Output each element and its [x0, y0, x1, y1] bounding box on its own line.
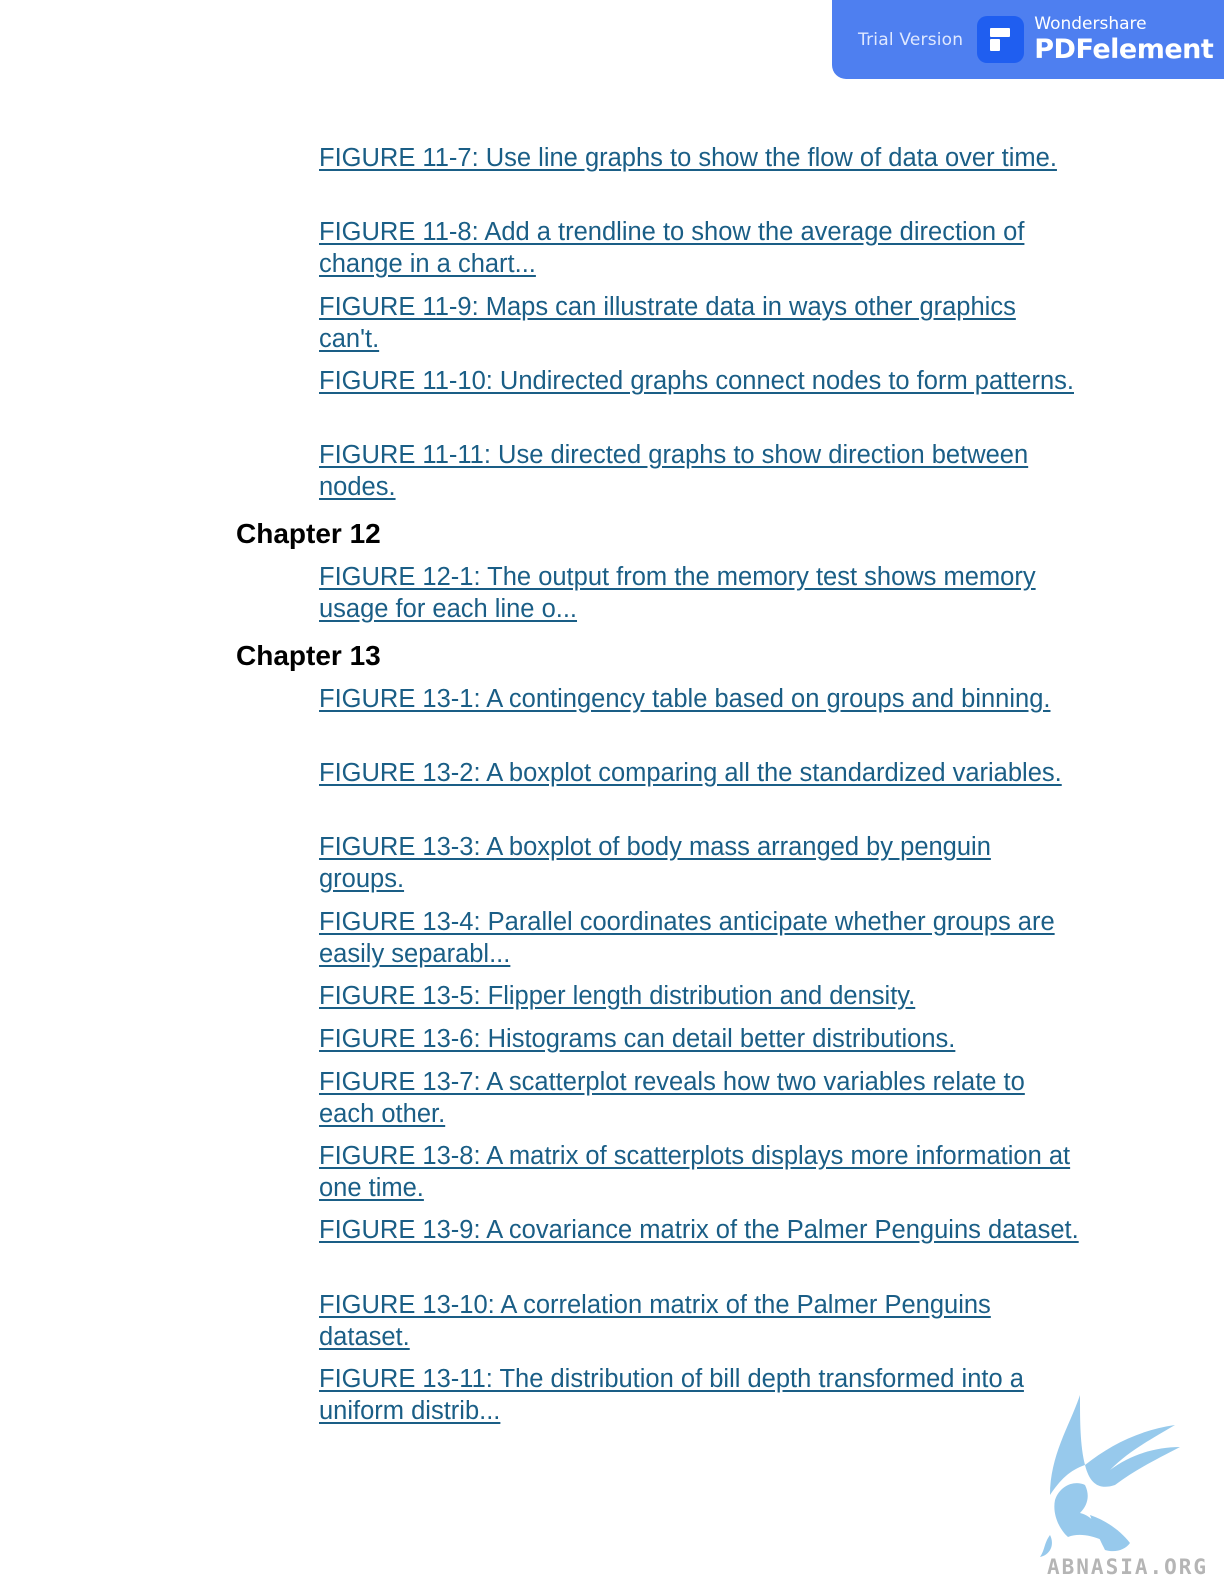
figure-link-13-6[interactable]: FIGURE 13-6: Histograms can detail bette…: [319, 1023, 1079, 1055]
figure-link-13-7[interactable]: FIGURE 13-7: A scatterplot reveals how t…: [319, 1066, 1079, 1130]
chapter-13-heading: Chapter 13: [236, 640, 381, 671]
figure-link-13-4[interactable]: FIGURE 13-4: Parallel coordinates antici…: [319, 906, 1079, 970]
figure-link-11-9[interactable]: FIGURE 11-9: Maps can illustrate data in…: [319, 291, 1079, 355]
watermark-text: ABNASIA.ORG: [1047, 1555, 1209, 1579]
brand-product-label: PDFelement: [1034, 34, 1214, 65]
griffin-logo-icon: [1040, 1395, 1180, 1557]
trial-version-label: Trial Version: [858, 29, 964, 50]
figure-link-13-10[interactable]: FIGURE 13-10: A correlation matrix of th…: [319, 1289, 1079, 1353]
chapter-12-heading: Chapter 12: [236, 518, 381, 549]
brand-top-label: Wondershare: [1034, 14, 1147, 34]
figure-link-11-10[interactable]: FIGURE 11-10: Undirected graphs connect …: [319, 365, 1079, 397]
pdfelement-logo-icon: [977, 16, 1025, 63]
figure-link-12-1[interactable]: FIGURE 12-1: The output from the memory …: [319, 561, 1079, 625]
figure-link-13-11[interactable]: FIGURE 13-11: The distribution of bill d…: [319, 1363, 1079, 1427]
figure-link-13-3[interactable]: FIGURE 13-3: A boxplot of body mass arra…: [319, 831, 1079, 895]
pdfelement-trial-banner[interactable]: Trial Version Wondershare PDFelement: [832, 0, 1224, 79]
figure-link-11-8[interactable]: FIGURE 11-8: Add a trendline to show the…: [319, 216, 1079, 280]
figure-link-13-5[interactable]: FIGURE 13-5: Flipper length distribution…: [319, 980, 1079, 1012]
figure-link-11-7[interactable]: FIGURE 11-7: Use line graphs to show the…: [319, 142, 1079, 174]
figure-link-13-2[interactable]: FIGURE 13-2: A boxplot comparing all the…: [319, 757, 1079, 789]
figure-link-13-8[interactable]: FIGURE 13-8: A matrix of scatterplots di…: [319, 1140, 1079, 1204]
figure-link-11-11[interactable]: FIGURE 11-11: Use directed graphs to sho…: [319, 439, 1079, 503]
brand-name: Wondershare PDFelement: [1034, 14, 1214, 65]
figure-link-13-9[interactable]: FIGURE 13-9: A covariance matrix of the …: [319, 1214, 1079, 1246]
figure-link-13-1[interactable]: FIGURE 13-1: A contingency table based o…: [319, 683, 1079, 715]
